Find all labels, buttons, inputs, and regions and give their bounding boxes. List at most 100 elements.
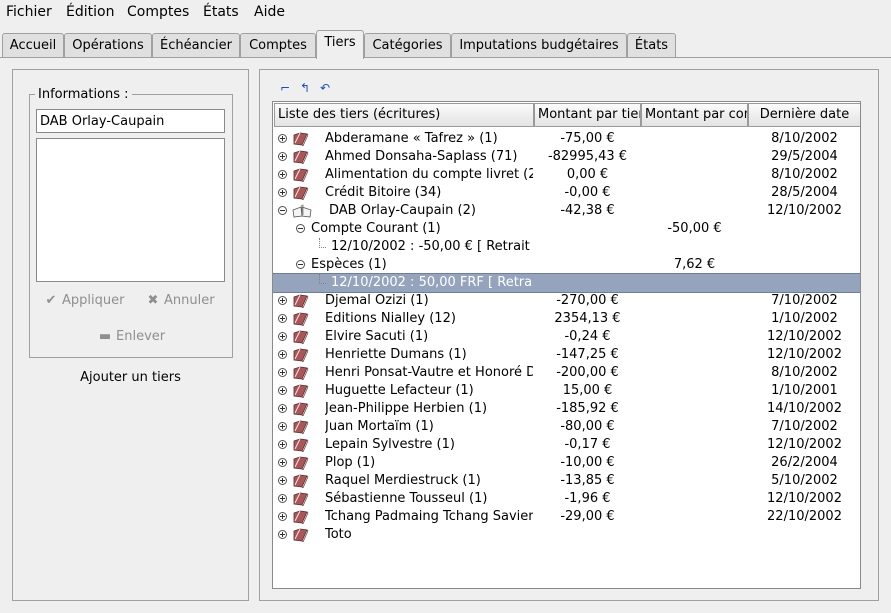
- book-icon: [292, 150, 309, 165]
- tiers-row[interactable]: Toto: [273, 526, 860, 544]
- book-icon: [292, 312, 309, 327]
- tiers-row[interactable]: Juan Mortaïm (1) -80,00 € 7/10/2002: [273, 418, 860, 436]
- amount-per-account-cell: [641, 346, 748, 364]
- tiers-row[interactable]: Crédit Bitoire (34) -0,00 € 28/5/2004: [273, 184, 860, 202]
- tiers-name-cell: Tchang Padmaing Tchang Savier: [325, 509, 533, 524]
- column-header-tiers[interactable]: Liste des tiers (écritures): [274, 103, 534, 127]
- expand-icon[interactable]: [278, 404, 287, 413]
- tiers-row[interactable]: Jean-Philippe Herbien (1) -185,92 € 14/10/…: [273, 400, 860, 418]
- tiers-row[interactable]: Djemal Ozizi (1) -270,00 € 7/10/2002: [273, 292, 860, 310]
- expand-icon[interactable]: [278, 350, 287, 359]
- expand-icon[interactable]: [278, 188, 287, 197]
- cancel-button[interactable]: ✖ Annuler: [145, 293, 215, 308]
- amount-per-tiers-cell: [534, 274, 641, 292]
- collapse-icon[interactable]: [296, 260, 305, 269]
- expand-icon[interactable]: [278, 332, 287, 341]
- expand-icon[interactable]: [278, 170, 287, 179]
- tab-accueil[interactable]: Accueil: [2, 33, 64, 58]
- tab-imputations-budgetaires[interactable]: Imputations budgétaires: [451, 33, 627, 58]
- amount-per-tiers-cell: 0,00 €: [566, 167, 609, 182]
- expand-icon[interactable]: [278, 152, 287, 161]
- menu-fichier[interactable]: Fichier: [6, 4, 52, 20]
- expand-icon[interactable]: [278, 386, 287, 395]
- apply-label: Appliquer: [62, 293, 125, 308]
- last-date-cell: [748, 274, 860, 292]
- tiers-row[interactable]: Tchang Padmaing Tchang Savier -29,00 € 22/…: [273, 508, 860, 526]
- apply-button[interactable]: ✔ Appliquer: [43, 293, 125, 308]
- tab-comptes[interactable]: Comptes: [240, 33, 316, 58]
- tiers-row[interactable]: Ahmed Donsaha-Saplass (71) -82995,43 € 29/…: [273, 148, 860, 166]
- expand-icon[interactable]: [278, 296, 287, 305]
- collapse-level-3-icon[interactable]: ↶: [318, 81, 332, 95]
- tiers-row[interactable]: Henriette Dumans (1) -147,25 € 12/10/2002: [273, 346, 860, 364]
- last-date-cell: 8/10/2002: [771, 365, 838, 380]
- tree-connector: [319, 238, 326, 248]
- menu-etats[interactable]: États: [203, 4, 239, 20]
- last-date-cell: 12/10/2002: [767, 491, 842, 506]
- tab-categories[interactable]: Catégories: [364, 33, 451, 58]
- book-icon: [292, 474, 309, 489]
- menu-comptes[interactable]: Comptes: [127, 4, 189, 20]
- account-row[interactable]: Compte Courant (1) -50,00 €: [273, 220, 860, 238]
- menu-edition[interactable]: Édition: [66, 4, 114, 20]
- expand-icon[interactable]: [278, 134, 287, 143]
- column-header-derniere-date[interactable]: Dernière date: [748, 103, 860, 127]
- tab-etats[interactable]: États: [627, 33, 676, 58]
- amount-per-tiers-cell: -1,96 €: [564, 491, 611, 506]
- tiers-row[interactable]: Alimentation du compte livret (2 0,00 € 8/…: [273, 166, 860, 184]
- tiers-name-cell: Plop (1): [325, 455, 376, 470]
- tiers-row[interactable]: DAB Orlay-Caupain (2) -42,38 € 12/10/2002: [273, 202, 860, 220]
- tiers-row[interactable]: Plop (1) -10,00 € 26/2/2004: [273, 454, 860, 472]
- tiers-row[interactable]: Henri Ponsat-Vautre et Honoré D -200,00 €…: [273, 364, 860, 382]
- tiers-name-input[interactable]: [36, 109, 225, 133]
- last-date-cell: [748, 238, 860, 256]
- tiers-notes-textarea[interactable]: [36, 138, 225, 282]
- remove-button[interactable]: ▬ Enlever: [97, 329, 165, 344]
- tiers-name-cell: Toto: [325, 527, 352, 542]
- last-date-cell: [748, 526, 860, 544]
- tab-operations[interactable]: Opérations: [64, 33, 152, 58]
- column-header-montant-tiers[interactable]: Montant par tiers: [534, 103, 641, 127]
- add-tiers-button[interactable]: Ajouter un tiers: [13, 370, 248, 385]
- tiers-name-cell: Henriette Dumans (1): [325, 347, 467, 362]
- tiers-name-cell: Henri Ponsat-Vautre et Honoré D: [325, 365, 533, 380]
- transaction-row[interactable]: 12/10/2002 : 50,00 FRF [ Retrait: [273, 273, 860, 293]
- tab-tiers[interactable]: Tiers: [316, 30, 364, 59]
- collapse-icon[interactable]: [296, 224, 305, 233]
- amount-per-account-cell: [641, 472, 748, 490]
- book-icon: [292, 492, 309, 507]
- last-date-cell: 8/10/2002: [771, 131, 838, 146]
- expand-icon[interactable]: [278, 530, 287, 539]
- tiers-row[interactable]: Huguette Lefacteur (1) 15,00 € 1/10/2001: [273, 382, 860, 400]
- book-icon: [292, 294, 309, 309]
- collapse-level-1-icon[interactable]: ⌐: [278, 81, 292, 95]
- book-icon: [292, 438, 309, 453]
- tiers-row[interactable]: Editions Nialley (12) 2354,13 € 1/10/2002: [273, 310, 860, 328]
- column-header-montant-compte[interactable]: Montant par compte: [641, 103, 748, 127]
- expand-icon[interactable]: [278, 314, 287, 323]
- tiers-row[interactable]: Raquel Merdiestruck (1) -13,85 € 5/10/2002: [273, 472, 860, 490]
- expand-icon[interactable]: [278, 494, 287, 503]
- tiers-row[interactable]: Sébastienne Tousseul (1) -1,96 € 12/10/200…: [273, 490, 860, 508]
- tiers-tree[interactable]: Liste des tiers (écritures) Montant par …: [272, 101, 861, 589]
- expand-icon[interactable]: [278, 440, 287, 449]
- transaction-row[interactable]: 12/10/2002 : -50,00 € [ Retrait e: [273, 238, 860, 256]
- account-row[interactable]: Espèces (1) 7,62 €: [273, 256, 860, 274]
- last-date-cell: 12/10/2002: [767, 347, 842, 362]
- expand-icon[interactable]: [278, 512, 287, 521]
- collapse-level-2-icon[interactable]: ↰: [298, 81, 312, 95]
- tiers-row[interactable]: Elvire Sacuti (1) -0,24 € 12/10/2002: [273, 328, 860, 346]
- tab-echeancier[interactable]: Échéancier: [152, 33, 240, 58]
- amount-per-account-cell: [641, 130, 748, 148]
- last-date-cell: 5/10/2002: [771, 473, 838, 488]
- tiers-name-cell: 12/10/2002 : 50,00 FRF [ Retrait: [331, 275, 533, 290]
- tiers-row[interactable]: Lepain Sylvestre (1) -0,17 € 12/10/2002: [273, 436, 860, 454]
- expand-icon[interactable]: [278, 476, 287, 485]
- expand-icon[interactable]: [278, 458, 287, 467]
- collapse-icon[interactable]: [278, 206, 287, 215]
- expand-icon[interactable]: [278, 422, 287, 431]
- expand-icon[interactable]: [278, 368, 287, 377]
- tiers-name-cell: Espèces (1): [311, 257, 387, 272]
- menu-aide[interactable]: Aide: [254, 4, 285, 20]
- tiers-row[interactable]: Abderamane « Tafrez » (1) -75,00 € 8/10/20…: [273, 130, 860, 148]
